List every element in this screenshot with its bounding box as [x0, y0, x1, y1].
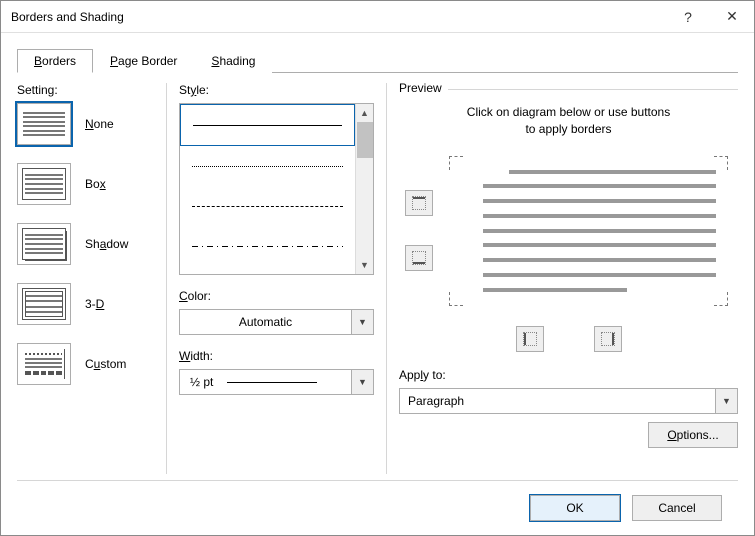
style-item-dashed[interactable]	[180, 186, 355, 226]
apply-to-label: Apply to:	[399, 368, 738, 382]
width-combo[interactable]: ½ pt ▼	[179, 369, 374, 395]
color-value: Automatic	[180, 315, 351, 329]
setting-3d[interactable]: 3-D	[17, 283, 158, 325]
preview-canvas[interactable]	[449, 156, 728, 306]
setting-shadow-label: Shadow	[85, 237, 128, 251]
setting-custom-icon	[17, 343, 71, 385]
tab-label: Borders	[34, 54, 76, 68]
help-icon[interactable]: ?	[666, 1, 710, 33]
setting-box-icon	[17, 163, 71, 205]
style-scrollbar[interactable]: ▲ ▼	[355, 104, 373, 274]
chevron-down-icon[interactable]: ▼	[351, 370, 373, 394]
preview-bottom-buttons	[399, 326, 738, 352]
style-label: Style:	[179, 83, 374, 97]
style-listbox[interactable]: ▲ ▼	[179, 103, 374, 275]
preview-hint: Click on diagram below or use buttons to…	[399, 104, 738, 138]
ok-button[interactable]: OK	[530, 495, 620, 521]
tab-label: Page Border	[110, 54, 177, 68]
chevron-down-icon[interactable]: ▼	[715, 389, 737, 413]
color-combo[interactable]: Automatic ▼	[179, 309, 374, 335]
preview-legend: Preview	[399, 81, 448, 95]
tab-label: Shading	[211, 54, 255, 68]
preview-side-buttons	[399, 156, 439, 306]
dialog-footer: OK Cancel	[17, 480, 738, 535]
preview-group: Preview Click on diagram below or use bu…	[399, 89, 738, 448]
style-item-solid[interactable]	[181, 105, 354, 145]
window-title: Borders and Shading	[11, 10, 666, 24]
border-bottom-button[interactable]	[405, 245, 433, 271]
chevron-down-icon[interactable]: ▼	[351, 310, 373, 334]
border-right-button[interactable]	[594, 326, 622, 352]
options-button[interactable]: Options...	[648, 422, 738, 448]
tab-borders[interactable]: Borders	[17, 49, 93, 73]
setting-custom[interactable]: Custom	[17, 343, 158, 385]
close-icon[interactable]: ✕	[710, 1, 754, 33]
scroll-up-icon[interactable]: ▲	[356, 104, 374, 122]
setting-shadow[interactable]: Shadow	[17, 223, 158, 265]
border-left-button[interactable]	[516, 326, 544, 352]
tab-page-border[interactable]: Page Border	[93, 49, 194, 73]
setting-none-label: None	[85, 117, 114, 131]
setting-label: Setting:	[17, 83, 158, 97]
style-item-dotted[interactable]	[180, 146, 355, 186]
scroll-thumb[interactable]	[357, 122, 373, 158]
border-top-button[interactable]	[405, 190, 433, 216]
style-column: Style: ▲ ▼ Color: Automatic ▼	[167, 83, 387, 474]
color-label: Color:	[179, 289, 374, 303]
cancel-button[interactable]: Cancel	[632, 495, 722, 521]
dialog-body: Setting: None Box Shadow	[17, 83, 738, 474]
setting-3d-label: 3-D	[85, 297, 104, 311]
titlebar: Borders and Shading ? ✕	[1, 1, 754, 33]
setting-none-icon	[17, 103, 71, 145]
preview-area	[399, 156, 738, 306]
width-value: ½ pt	[180, 375, 351, 389]
preview-paragraph-icon	[483, 170, 716, 292]
ok-label: OK	[566, 501, 583, 515]
setting-box[interactable]: Box	[17, 163, 158, 205]
options-label: Options...	[667, 428, 718, 442]
preview-column: Preview Click on diagram below or use bu…	[387, 83, 738, 474]
tab-shading[interactable]: Shading	[194, 49, 272, 73]
tab-strip: Borders Page Border Shading	[17, 49, 738, 73]
apply-to-value: Paragraph	[400, 394, 715, 408]
setting-custom-label: Custom	[85, 357, 126, 371]
setting-shadow-icon	[17, 223, 71, 265]
cancel-label: Cancel	[658, 501, 695, 515]
style-items	[180, 104, 355, 274]
apply-to-combo[interactable]: Paragraph ▼	[399, 388, 738, 414]
width-label: Width:	[179, 349, 374, 363]
setting-box-label: Box	[85, 177, 106, 191]
borders-shading-dialog: Borders and Shading ? ✕ Borders Page Bor…	[0, 0, 755, 536]
style-item-dashdot[interactable]	[180, 226, 355, 266]
scroll-down-icon[interactable]: ▼	[356, 256, 374, 274]
setting-column: Setting: None Box Shadow	[17, 83, 167, 474]
setting-3d-icon	[17, 283, 71, 325]
setting-none[interactable]: None	[17, 103, 158, 145]
